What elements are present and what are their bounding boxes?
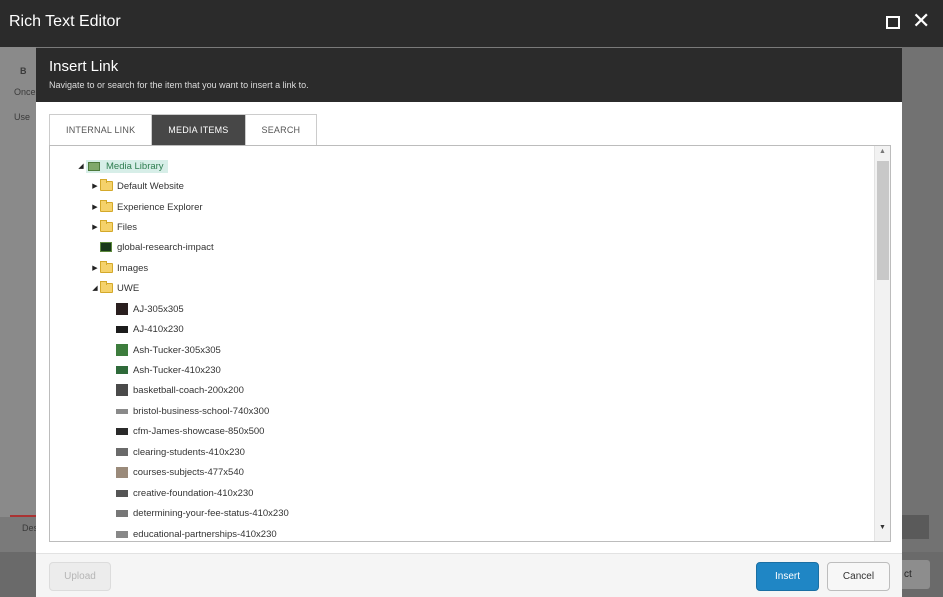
tree-node-media-library[interactable]: ◢ Media Library: [76, 158, 168, 174]
tree-node-image[interactable]: Ash-Tucker-305x305: [116, 342, 221, 358]
editor-text-line: Use: [14, 112, 31, 122]
tree-node-label: AJ-410x230: [133, 323, 184, 335]
image-thumbnail-icon: [116, 509, 128, 517]
dialog-footer: Upload Insert Cancel: [36, 553, 902, 597]
tree-node-label: educational-partnerships-410x230: [133, 528, 277, 540]
tree-node-image[interactable]: bristol-business-school-740x300: [116, 403, 269, 419]
tree-scrollbar[interactable]: ▲ ▼: [874, 146, 890, 541]
image-thumbnail-icon: [116, 344, 128, 356]
tab-internal-link[interactable]: INTERNAL LINK: [50, 115, 153, 146]
expand-arrow-icon[interactable]: ▶: [90, 203, 100, 211]
image-thumbnail-icon: [116, 427, 128, 435]
tree-node-label: creative-foundation-410x230: [133, 487, 254, 499]
media-library-icon: [88, 161, 100, 171]
insert-link-dialog: Insert Link Navigate to or search for th…: [36, 48, 902, 597]
tree-node-label: Default Website: [117, 180, 184, 192]
tree-node-uwe[interactable]: ◢ UWE: [90, 280, 139, 296]
tree-node-label: determining-your-fee-status-410x230: [133, 507, 289, 519]
tree-node-image[interactable]: basketball-coach-200x200: [116, 382, 244, 398]
scrollbar-thumb[interactable]: [877, 161, 889, 280]
divider: [10, 515, 36, 517]
image-thumbnail-icon: [116, 384, 128, 396]
tree-node-label: bristol-business-school-740x300: [133, 405, 270, 417]
tree-node-image[interactable]: AJ-305x305: [116, 301, 184, 317]
tree-node-label: Media Library: [106, 160, 164, 172]
expand-arrow-icon[interactable]: ▶: [90, 182, 100, 190]
tree-node-label: Images: [117, 262, 149, 274]
tree-node-label: Ash-Tucker-410x230: [133, 364, 221, 376]
tree-node-label: Files: [117, 221, 138, 233]
image-thumbnail-icon: [116, 530, 128, 538]
tree-node-image[interactable]: AJ-410x230: [116, 321, 184, 337]
cancel-button[interactable]: Cancel: [827, 562, 890, 591]
tree-node-label: Ash-Tucker-305x305: [133, 344, 221, 356]
tree-node-images[interactable]: ▶ Images: [90, 260, 148, 276]
tree-node-label: AJ-305x305: [133, 303, 184, 315]
bold-button[interactable]: B: [20, 66, 27, 76]
rich-text-editor-titlebar: Rich Text Editor ✕: [0, 0, 943, 47]
collapse-arrow-icon[interactable]: ◢: [76, 162, 86, 170]
close-icon[interactable]: ✕: [912, 10, 930, 32]
folder-icon: [100, 281, 113, 293]
tree-node-label: basketball-coach-200x200: [133, 384, 244, 396]
image-thumbnail-icon: [100, 242, 112, 252]
select-button[interactable]: ct: [902, 560, 930, 589]
tree-node-label: courses-subjects-477x540: [133, 466, 244, 478]
expand-arrow-icon[interactable]: ▶: [90, 264, 100, 272]
tree-node-image[interactable]: determining-your-fee-status-410x230: [116, 505, 289, 521]
image-thumbnail-icon: [116, 366, 128, 374]
editor-text-line: Once: [14, 87, 36, 97]
tree-node-image[interactable]: courses-subjects-477x540: [116, 464, 244, 480]
selected-node[interactable]: Media Library: [86, 159, 168, 173]
dialog-header: Insert Link Navigate to or search for th…: [36, 48, 902, 102]
folder-icon: [100, 200, 113, 212]
tree-node-experience-explorer[interactable]: ▶ Experience Explorer: [90, 199, 203, 215]
window-title: Rich Text Editor: [9, 13, 121, 30]
tree-node-files[interactable]: ▶ Files: [90, 219, 137, 235]
tree-node-image[interactable]: creative-foundation-410x230: [116, 485, 253, 501]
folder-icon: [100, 179, 113, 191]
image-thumbnail-icon: [116, 448, 128, 456]
scroll-up-icon[interactable]: ▲: [879, 148, 886, 155]
upload-button[interactable]: Upload: [49, 562, 111, 591]
tree-node-label: cfm-James-showcase-850x500: [133, 425, 265, 437]
tree-node-label: clearing-students-410x230: [133, 446, 245, 458]
tab-bar: INTERNAL LINK MEDIA ITEMS SEARCH: [49, 114, 318, 146]
image-thumbnail-icon: [116, 466, 128, 478]
dialog-subtitle: Navigate to or search for the item that …: [49, 80, 309, 90]
scroll-down-icon[interactable]: ▼: [879, 524, 886, 531]
image-thumbnail-icon: [116, 325, 128, 333]
tree-node-default-website[interactable]: ▶ Default Website: [90, 178, 184, 194]
maximize-icon[interactable]: [886, 16, 900, 29]
tree-node-image[interactable]: educational-partnerships-410x230: [116, 526, 277, 541]
expand-arrow-icon[interactable]: ▶: [90, 223, 100, 231]
insert-button[interactable]: Insert: [756, 562, 819, 591]
dialog-title: Insert Link: [49, 58, 119, 75]
tree-node-image[interactable]: Ash-Tucker-410x230: [116, 362, 221, 378]
folder-icon: [100, 220, 113, 232]
media-tree: ◢ Media Library ▶ Default Website ▶ Expe…: [49, 145, 891, 542]
right-bar: [902, 515, 929, 539]
image-thumbnail-icon: [116, 408, 128, 414]
tab-search[interactable]: SEARCH: [245, 115, 318, 146]
folder-icon: [100, 261, 113, 273]
tree-node-image[interactable]: cfm-James-showcase-850x500: [116, 423, 264, 439]
tree-node-global-research-impact[interactable]: global-research-impact: [100, 239, 214, 255]
tree-node-image[interactable]: clearing-students-410x230: [116, 444, 245, 460]
tree-node-label: Experience Explorer: [117, 201, 203, 213]
image-thumbnail-icon: [116, 303, 128, 315]
tree-node-label: UWE: [117, 282, 140, 294]
collapse-arrow-icon[interactable]: ◢: [90, 284, 100, 292]
image-thumbnail-icon: [116, 489, 128, 497]
tree-node-label: global-research-impact: [117, 241, 214, 253]
tab-media-items[interactable]: MEDIA ITEMS: [152, 115, 246, 146]
